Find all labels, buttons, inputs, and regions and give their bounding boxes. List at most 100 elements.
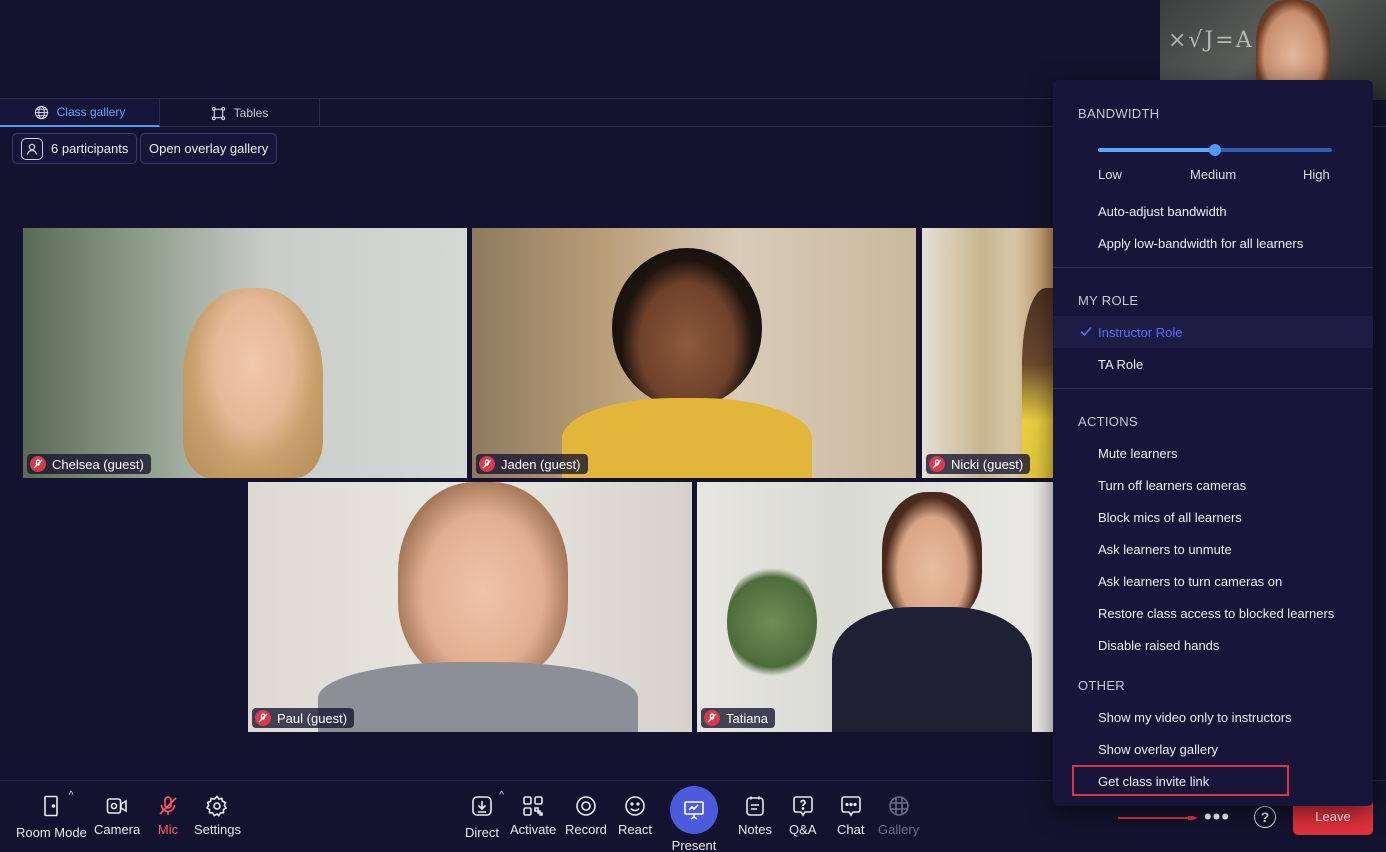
tab-class-gallery[interactable]: Class gallery: [0, 99, 160, 127]
record-icon: [576, 796, 596, 816]
camera-button[interactable]: Camera: [94, 794, 140, 837]
participant-figure: [1022, 288, 1053, 478]
section-title-other: OTHER: [1078, 678, 1125, 693]
mic-off-icon: [159, 796, 177, 815]
menu-divider: [1053, 388, 1373, 389]
caret-up-icon[interactable]: ^: [499, 790, 504, 801]
gear-icon: [206, 795, 228, 817]
more-options-menu: BANDWIDTH Low Medium High Auto-adjust ba…: [1053, 80, 1373, 806]
menu-item-ta-role[interactable]: TA Role: [1053, 348, 1373, 380]
participant-name: Jaden (guest): [501, 456, 581, 472]
table-layout-icon: [211, 106, 225, 120]
participant-figure: [882, 492, 982, 622]
chat-button[interactable]: Chat: [837, 794, 864, 837]
menu-item-block-mics[interactable]: Block mics of all learners: [1053, 501, 1373, 533]
menu-item-show-overlay-gallery[interactable]: Show overlay gallery: [1053, 733, 1373, 765]
video-tile-tatiana[interactable]: Tatiana: [697, 482, 1053, 732]
participant-figure: [183, 288, 323, 478]
bandwidth-level-medium[interactable]: Medium: [1190, 167, 1236, 182]
red-arrow-annotation: [1118, 816, 1198, 820]
smile-icon: [625, 796, 645, 816]
download-icon: [472, 796, 492, 816]
menu-item-disable-raised-hands[interactable]: Disable raised hands: [1053, 629, 1373, 661]
button-label: Record: [565, 822, 607, 837]
tab-tables[interactable]: Tables: [160, 99, 320, 127]
mic-off-icon: [255, 710, 271, 726]
button-label: Gallery: [878, 822, 920, 837]
bandwidth-level-low[interactable]: Low: [1098, 167, 1122, 182]
record-button[interactable]: Record: [565, 794, 607, 837]
menu-item-label: Instructor Role: [1098, 324, 1183, 340]
participant-nametag: Jaden (guest): [476, 454, 588, 474]
video-tile-nicki[interactable]: Nicki (guest): [922, 228, 1053, 478]
menu-item-restore-access[interactable]: Restore class access to blocked learners: [1053, 597, 1373, 629]
participant-shirt: [562, 398, 812, 478]
qa-icon: [792, 796, 813, 817]
participant-figure: [612, 248, 762, 408]
video-tile-paul[interactable]: Paul (guest): [248, 482, 692, 732]
section-title-my-role: MY ROLE: [1078, 293, 1139, 308]
button-label: Settings: [194, 822, 241, 837]
camera-icon: [106, 798, 127, 814]
person-icon: [21, 137, 43, 160]
button-label: Chat: [837, 822, 865, 837]
help-button[interactable]: ?: [1254, 806, 1276, 828]
menu-divider: [1053, 267, 1373, 268]
participant-nametag: Nicki (guest): [926, 454, 1031, 474]
button-label: Present: [671, 838, 717, 852]
globe-icon: [34, 105, 48, 119]
section-title-bandwidth: BANDWIDTH: [1078, 106, 1160, 121]
direct-button[interactable]: ^ Direct: [465, 790, 504, 840]
participant-nametag: Paul (guest): [252, 708, 355, 728]
qa-button[interactable]: Q&A: [789, 794, 816, 837]
button-label: Open overlay gallery: [149, 141, 269, 156]
button-label: React: [618, 822, 652, 837]
open-overlay-gallery-button[interactable]: Open overlay gallery: [140, 133, 278, 164]
button-label: Mic: [157, 822, 179, 837]
more-options-button[interactable]: •••: [1204, 804, 1229, 829]
chat-icon: [840, 796, 861, 817]
button-label: Q&A: [789, 822, 817, 837]
settings-button[interactable]: Settings: [194, 794, 241, 837]
notes-button[interactable]: Notes: [738, 794, 772, 837]
grid-icon: [888, 796, 909, 816]
menu-item-apply-low-bandwidth[interactable]: Apply low-bandwidth for all learners: [1053, 227, 1373, 259]
present-icon: [684, 801, 704, 820]
activate-button[interactable]: Activate: [510, 794, 556, 837]
button-label: Room Mode: [16, 825, 87, 840]
participant-name: Paul (guest): [277, 710, 348, 726]
participants-count: 6 participants: [51, 141, 129, 156]
button-label: Notes: [738, 822, 772, 837]
participant-hoodie: [318, 662, 638, 732]
door-icon: [44, 795, 59, 817]
bandwidth-level-high[interactable]: High: [1303, 167, 1330, 182]
video-tile-chelsea[interactable]: Chelsea (guest): [23, 228, 467, 478]
menu-item-ask-cameras-on[interactable]: Ask learners to turn cameras on: [1053, 565, 1373, 597]
menu-item-ask-unmute[interactable]: Ask learners to unmute: [1053, 533, 1373, 565]
menu-item-turn-off-cameras[interactable]: Turn off learners cameras: [1053, 469, 1373, 501]
participant-nametag: Tatiana: [701, 708, 775, 728]
react-button[interactable]: React: [618, 794, 652, 837]
video-tile-jaden[interactable]: Jaden (guest): [472, 228, 916, 478]
bandwidth-slider-fill: [1098, 148, 1215, 152]
room-mode-button[interactable]: ^ Room Mode: [16, 790, 87, 840]
participant-name: Tatiana: [726, 710, 768, 726]
bandwidth-slider-handle[interactable]: [1209, 144, 1221, 156]
mic-off-icon: [704, 710, 720, 726]
participants-button[interactable]: 6 participants: [12, 133, 138, 164]
present-button[interactable]: Present: [670, 786, 718, 852]
mic-off-icon: [30, 456, 46, 472]
menu-item-show-video-instructors[interactable]: Show my video only to instructors: [1053, 701, 1373, 733]
menu-item-mute-learners[interactable]: Mute learners: [1053, 437, 1373, 469]
menu-item-auto-adjust-bandwidth[interactable]: Auto-adjust bandwidth: [1053, 195, 1373, 227]
present-circle: [670, 786, 718, 834]
mic-off-icon: [929, 456, 945, 472]
menu-item-instructor-role[interactable]: Instructor Role: [1053, 316, 1373, 348]
mic-button[interactable]: Mic: [156, 794, 180, 837]
qr-icon: [523, 796, 543, 816]
highlight-annotation-box: [1072, 765, 1289, 796]
checkmark-icon: [1080, 326, 1092, 337]
tab-label: Class gallery: [56, 105, 126, 119]
caret-up-icon[interactable]: ^: [69, 790, 74, 801]
gallery-button[interactable]: Gallery: [878, 794, 919, 837]
